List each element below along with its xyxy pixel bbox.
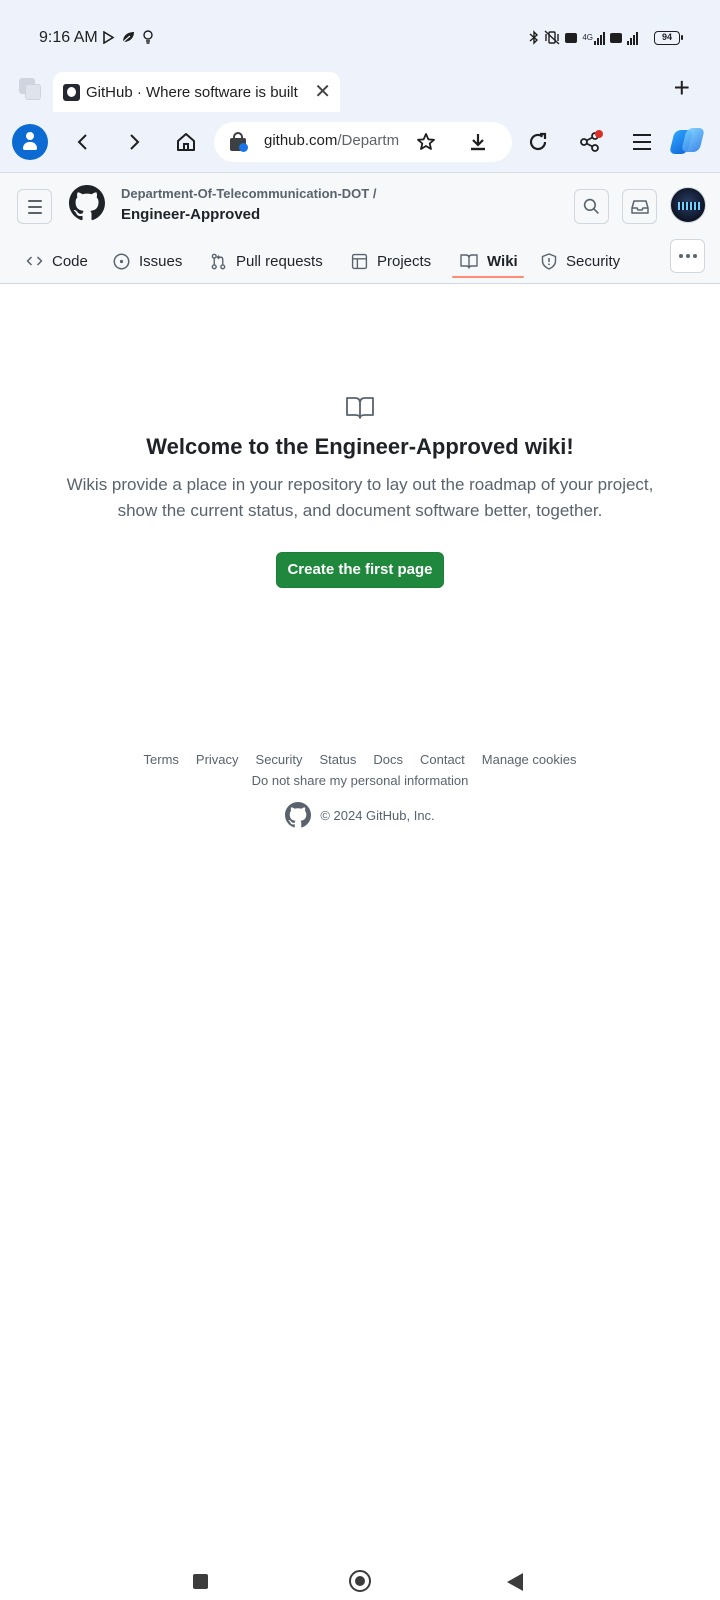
leaf-icon: [122, 32, 134, 43]
copilot-icon[interactable]: [669, 126, 705, 156]
footer-link-manage-cookies[interactable]: Manage cookies: [482, 752, 577, 767]
copyright-text: © 2024 GitHub, Inc.: [320, 807, 435, 823]
recents-icon[interactable]: [193, 1574, 208, 1589]
star-icon[interactable]: [408, 124, 444, 160]
create-first-page-button[interactable]: Create the first page: [276, 552, 444, 588]
book-icon: [346, 397, 374, 419]
active-tab-indicator: [452, 276, 524, 278]
back-icon[interactable]: [65, 124, 101, 160]
status-system-icons: 4G: [529, 30, 638, 45]
tab-code-label: Code: [52, 252, 88, 270]
repo-nav: Code Issues Pull requests Projects Wiki …: [0, 237, 720, 285]
url-host: github.com: [264, 132, 338, 149]
github-logo-icon[interactable]: [69, 185, 105, 221]
status-bar: 9:16 AM 4G 94: [0, 0, 720, 72]
home-icon[interactable]: [168, 124, 204, 160]
download-icon[interactable]: [460, 124, 496, 160]
forward-icon[interactable]: [116, 124, 152, 160]
profile-icon[interactable]: [12, 124, 48, 160]
tab-title: GitHub · Where software is built: [86, 83, 298, 101]
volte-icon-2: [610, 32, 622, 43]
tab-security[interactable]: Security: [541, 237, 620, 285]
more-tabs-button[interactable]: [670, 239, 705, 273]
inbox-icon: [630, 199, 649, 214]
back-nav-icon[interactable]: [507, 1573, 523, 1591]
site-security-icon[interactable]: [230, 132, 248, 152]
search-button[interactable]: [574, 189, 609, 224]
footer-link-terms[interactable]: Terms: [144, 752, 179, 767]
close-tab-icon[interactable]: ✕: [314, 82, 331, 102]
footer-link-docs[interactable]: Docs: [373, 752, 403, 767]
footer-link-contact[interactable]: Contact: [420, 752, 465, 767]
footer-links: Terms Privacy Security Status Docs Conta…: [0, 752, 720, 767]
tab-issues[interactable]: Issues: [113, 237, 182, 285]
tab-code[interactable]: Code: [26, 237, 88, 285]
new-tab-icon[interactable]: +: [674, 74, 690, 102]
network-type: 4G: [582, 33, 593, 42]
shield-icon: [541, 252, 557, 270]
blankslate-title: Welcome to the Engineer-Approved wiki!: [146, 434, 574, 459]
book-icon: [460, 254, 478, 269]
footer-link-privacy[interactable]: Privacy: [196, 752, 239, 767]
battery-icon: 94: [654, 31, 683, 45]
inbox-button[interactable]: [622, 189, 657, 224]
signal-icon: [594, 31, 605, 45]
bulb-icon: [143, 30, 153, 44]
repo-name-link[interactable]: Engineer-Approved: [121, 206, 260, 223]
tab-pull-requests[interactable]: Pull requests: [210, 237, 323, 285]
url-path: /Departm: [337, 132, 399, 149]
footer-link-security[interactable]: Security: [256, 752, 303, 767]
notification-dot: [595, 130, 603, 138]
tab-pull-requests-label: Pull requests: [236, 252, 323, 270]
code-icon: [26, 256, 43, 266]
blankslate-description: Wikis provide a place in your repository…: [66, 475, 654, 520]
tab-projects-label: Projects: [377, 252, 432, 270]
footer-copyright: © 2024 GitHub, Inc.: [0, 802, 720, 828]
tab-issues-label: Issues: [139, 252, 183, 270]
tab-strip: GitHub · Where software is built ✕ +: [0, 72, 720, 112]
tab-security-label: Security: [566, 252, 621, 270]
url-bar[interactable]: github.com/Departm: [214, 122, 512, 162]
volte-icon: [565, 32, 578, 43]
reload-icon[interactable]: [520, 124, 556, 160]
home-nav-icon[interactable]: [349, 1570, 371, 1592]
table-icon: [351, 253, 368, 269]
status-notification-icons: [102, 30, 154, 44]
user-avatar[interactable]: [670, 187, 706, 223]
browser-tab[interactable]: GitHub · Where software is built ✕: [53, 72, 340, 112]
footer-link-do-not-share[interactable]: Do not share my personal information: [0, 773, 720, 788]
play-icon: [103, 30, 115, 44]
footer-link-status[interactable]: Status: [320, 752, 357, 767]
github-mark-icon[interactable]: [285, 802, 312, 828]
footer: Terms Privacy Security Status Docs Conta…: [0, 752, 720, 828]
pull-request-icon: [211, 253, 226, 269]
url-text[interactable]: github.com/Departm: [264, 132, 399, 149]
tab-switcher-icon[interactable]: [19, 78, 41, 100]
bluetooth-icon: [529, 30, 539, 45]
github-favicon-icon: [63, 83, 80, 101]
wiki-blankslate: Welcome to the Engineer-Approved wiki! W…: [0, 396, 720, 588]
issue-icon: [113, 253, 130, 269]
signal-icon-2: [627, 31, 638, 45]
menu-icon[interactable]: [624, 124, 660, 160]
share-icon[interactable]: [572, 124, 608, 160]
search-icon: [583, 198, 599, 214]
status-time: 9:16 AM: [39, 29, 98, 46]
system-nav-bar: [0, 1540, 720, 1600]
github-header: Department-Of-Telecommunication-DOT / En…: [0, 172, 720, 284]
browser-toolbar: github.com/Departm: [0, 112, 720, 172]
tab-projects[interactable]: Projects: [351, 237, 431, 285]
open-menu-button[interactable]: [17, 189, 52, 224]
vibrate-off-icon: [544, 30, 560, 45]
tab-wiki-label: Wiki: [487, 252, 518, 270]
repo-owner-link[interactable]: Department-Of-Telecommunication-DOT /: [121, 186, 376, 201]
